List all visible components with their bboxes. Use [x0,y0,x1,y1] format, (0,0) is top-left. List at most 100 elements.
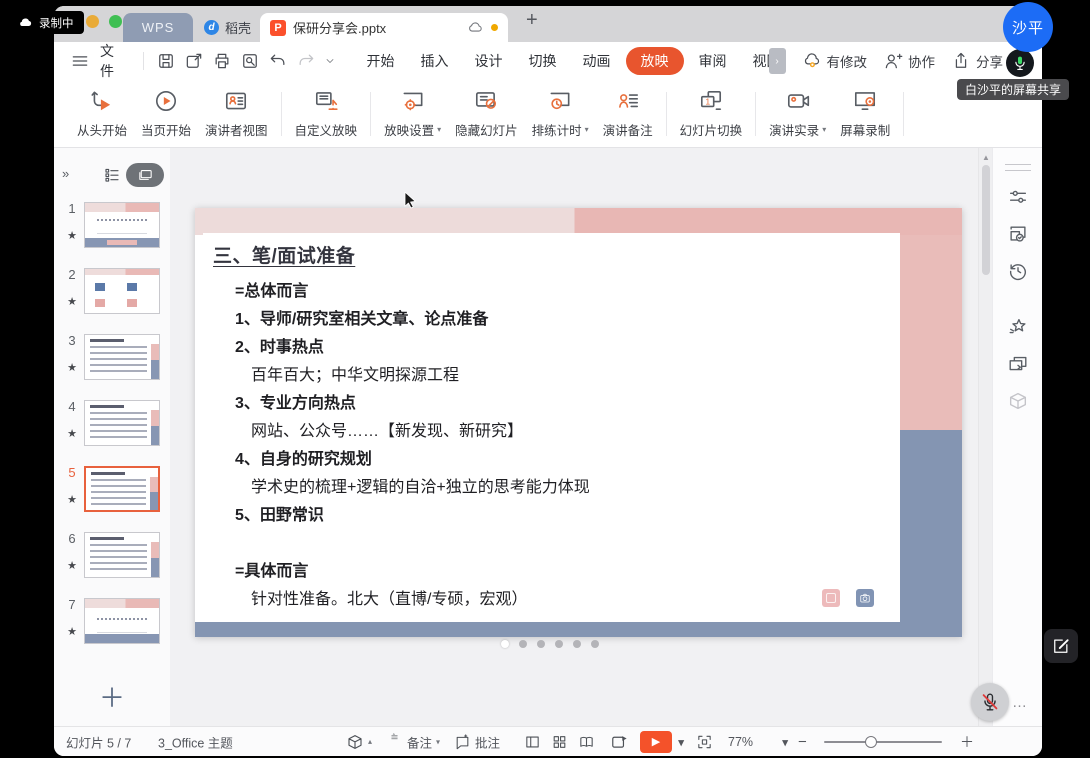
slide-thumb-preview[interactable] [84,532,160,578]
slideshow-view-button[interactable] [126,163,164,187]
slide-thumb-preview[interactable] [84,466,160,512]
ribbon-item-演讲备注[interactable]: 演讲备注 [596,88,660,139]
collapse-chevron-button[interactable]: › [769,48,786,74]
mic-live-button[interactable] [1006,49,1034,77]
view-read-icon[interactable] [578,733,595,750]
slide-thumbnail-6[interactable]: 6★ [54,530,170,596]
current-slide[interactable]: 三、笔/面试准备 =总体而言1、导师/研究室相关文章、论点准备2、时事热点百年百… [195,208,962,637]
theme-name[interactable]: 3_Office 主题 [158,732,233,751]
ribbon-item-放映设置[interactable]: 放映设置 ▾ [377,88,448,139]
zoom-traffic-light[interactable] [109,15,122,28]
wps-home-tab[interactable]: WPS [123,13,193,42]
camera-placeholder-icon[interactable] [856,589,874,607]
play-slideshow-button[interactable]: ▶ [640,731,672,753]
pager-dot[interactable] [501,640,509,648]
muted-mic-button[interactable] [971,683,1009,721]
view-grid-icon[interactable] [551,733,568,750]
slide-thumb-preview[interactable] [84,400,160,446]
ribbon-item-当页开始[interactable]: 当页开始 [134,88,198,139]
slide-thumbnail-1[interactable]: 1★ [54,200,170,266]
save-icon[interactable] [156,51,176,71]
comments-button[interactable]: 批注 [454,732,500,751]
document-tab[interactable]: P 保研分享会.pptx [260,13,508,42]
menu-tab-开始[interactable]: 开始 [354,48,408,74]
zoom-in-button[interactable]: ＋ [960,732,974,752]
zoom-slider-knob[interactable] [865,736,877,748]
slide-thumbnail-2[interactable]: 2★ [54,266,170,332]
menu-tab-插入[interactable]: 插入 [408,48,462,74]
slide-thumb-preview[interactable] [84,202,160,248]
print-preview-icon[interactable] [240,51,260,71]
pager-dot[interactable] [537,640,545,648]
scrollbar-thumb[interactable] [982,165,990,275]
meeting-more-icon[interactable]: … [1012,694,1028,711]
slide-thumbnail-3[interactable]: 3★ [54,332,170,398]
minimize-traffic-light[interactable] [86,15,99,28]
ribbon-item-幻灯片切换[interactable]: 1幻灯片切换 [673,88,750,139]
new-tab-button[interactable]: + [526,9,538,32]
dropdown-caret-icon: ▾ [437,125,441,134]
modified-status[interactable]: 有修改 [802,51,868,71]
scroll-up-arrow-icon[interactable]: ▲ [979,153,993,162]
menu-tab-视图[interactable]: 视图 [740,48,769,74]
play-options-caret[interactable]: ▾ [678,734,684,749]
ribbon-item-演讲者视图[interactable]: 演讲者视图 [198,88,275,139]
picture-placeholder-icon[interactable] [822,589,840,607]
user-avatar[interactable]: 沙平 [1003,2,1053,52]
pager-dot[interactable] [591,640,599,648]
annotation-button[interactable] [1044,629,1078,663]
window-switch-icon[interactable] [1007,353,1029,375]
pager-dot[interactable] [573,640,581,648]
share-button[interactable]: 分享 [951,51,1003,71]
notes-button[interactable]: 备注 ▾ [386,732,440,751]
ribbon-item-隐藏幻灯片[interactable]: 隐藏幻灯片 [448,88,525,139]
more-commands-icon[interactable] [324,55,336,67]
slide-thumb-preview[interactable] [84,334,160,380]
panel-drag-handle[interactable] [1005,164,1031,171]
menu-tab-放映[interactable]: 放映 [626,47,684,75]
menu-tab-动画[interactable]: 动画 [570,48,624,74]
ribbon-item-排练计时[interactable]: 排练计时 ▾ [525,88,596,139]
slide-thumb-preview[interactable] [84,598,160,644]
view-normal-icon[interactable] [524,733,541,750]
output-icon[interactable] [184,51,204,71]
file-menu[interactable]: 文件 [100,41,125,81]
hamburger-menu-icon[interactable] [70,51,90,71]
pager-dot[interactable] [519,640,527,648]
menu-tab-切换[interactable]: 切换 [516,48,570,74]
zoom-caret[interactable]: ▾ [782,734,788,749]
slide-text-line: 针对性准备。北大（直博/专硕，宏观） [213,586,900,614]
slide-thumbnail-5[interactable]: 5★ [54,464,170,530]
slide-thumbnail-4[interactable]: 4★ [54,398,170,464]
effects-star-icon[interactable] [1007,316,1029,338]
slide-thumbnail-7[interactable]: 7★ [54,596,170,662]
export-play-button[interactable] [610,732,629,751]
fullscreen-button[interactable] [696,733,713,750]
collab-button[interactable]: 协作 [883,51,935,71]
undo-icon[interactable] [268,51,288,71]
menu-tab-设计[interactable]: 设计 [462,48,516,74]
zoom-slider[interactable] [824,741,942,743]
ribbon-item-从头开始[interactable]: 从头开始 [70,88,134,139]
material-stamp-icon[interactable] [1007,223,1029,245]
canvas-scrollbar[interactable]: ▲ [978,148,993,727]
zoom-out-button[interactable]: − [798,733,807,750]
theme-button[interactable]: ▴ [346,733,372,751]
ribbon-item-演讲实录[interactable]: 演讲实录 ▾ [762,88,833,139]
add-slide-button[interactable]: ＋ [99,685,125,711]
pager-dot[interactable] [555,640,563,648]
docer-tab[interactable]: d 稻壳 [204,13,251,42]
slide-thumb-preview[interactable] [84,268,160,314]
ribbon-item-自定义放映[interactable]: 自定义放映 [288,88,365,139]
zoom-slider-track[interactable] [824,741,942,743]
zoom-level[interactable]: 77% [728,735,753,749]
expand-panel-icon[interactable]: » [62,166,69,181]
print-icon[interactable] [212,51,232,71]
properties-sliders-icon[interactable] [1007,186,1029,208]
ribbon-item-屏幕录制[interactable]: 屏幕录制 [833,88,897,139]
resource-cube-icon[interactable] [1007,390,1029,412]
slide-text-line: 3、专业方向热点 [213,390,900,418]
history-version-icon[interactable] [1007,260,1029,282]
list-view-icon[interactable] [103,166,121,184]
menu-tab-审阅[interactable]: 审阅 [686,48,740,74]
